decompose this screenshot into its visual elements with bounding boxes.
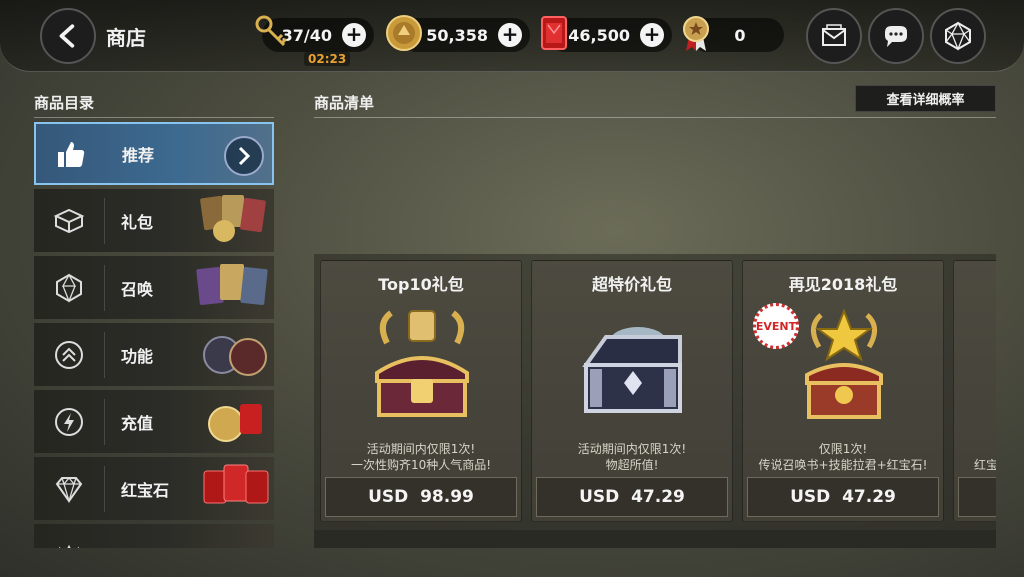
back-button[interactable] bbox=[40, 8, 96, 64]
product-card-partial[interactable]: . 红宝 bbox=[953, 260, 996, 522]
summon-thumbnail bbox=[196, 264, 268, 305]
buy-price-button[interactable]: USD 47.29 bbox=[747, 477, 939, 517]
gold-coin-icon bbox=[386, 15, 422, 51]
box-icon bbox=[53, 208, 85, 233]
dice-button[interactable] bbox=[930, 8, 986, 64]
bundle-thumbnail bbox=[200, 195, 266, 242]
chevron-left-icon bbox=[59, 24, 75, 48]
chevrons-up-icon bbox=[55, 340, 83, 369]
medal-icon bbox=[683, 16, 709, 51]
carousel-scrollbar[interactable] bbox=[314, 530, 996, 548]
catalog-item-recommended[interactable]: 推荐 bbox=[34, 122, 274, 185]
add-keys-button[interactable]: + bbox=[342, 23, 366, 47]
item-separator bbox=[104, 264, 105, 311]
thumbs-up-icon bbox=[58, 141, 85, 167]
catalog-item-bundles[interactable]: 礼包 bbox=[34, 189, 274, 252]
diamond-icon bbox=[55, 476, 83, 503]
medal-value: 0 bbox=[734, 25, 746, 45]
crown-icon bbox=[59, 544, 79, 548]
product-desc-line-2: 物超所值! bbox=[605, 458, 659, 472]
star-chest-icon bbox=[805, 308, 883, 419]
buy-price-button[interactable]: USD 47.29 bbox=[536, 477, 728, 517]
products-title: 商品清单 bbox=[314, 94, 375, 112]
products-divider bbox=[314, 117, 996, 118]
product-desc: 活动期间内仅限1次! 物超所值! bbox=[532, 441, 732, 473]
product-desc-line-2: 传说召唤书+技能拉君+红宝石! bbox=[758, 458, 928, 472]
item-separator bbox=[104, 465, 105, 512]
catalog-item-ruby[interactable]: 红宝石 bbox=[34, 457, 274, 520]
catalog-item-label: 红宝石 bbox=[121, 480, 170, 500]
product-desc-line-1: 活动期间内仅限1次! bbox=[366, 442, 476, 456]
catalog-item-topup[interactable]: 充值 bbox=[34, 390, 274, 453]
page-title: 商店 bbox=[106, 26, 146, 50]
product-carousel[interactable]: Top10礼包 活动期间内仅限1次! 一次性购齐10种人气商品! USD 98.… bbox=[314, 254, 996, 548]
product-card-bye2018[interactable]: 再见2018礼包 EVENT 仅限1次! 传说召唤书+技能拉君+红宝石! USD… bbox=[742, 260, 944, 522]
product-desc-line-2: 红宝 bbox=[974, 458, 996, 472]
product-desc: . 红宝 bbox=[954, 441, 996, 473]
chat-bubble-icon bbox=[885, 26, 907, 47]
gold-value: 50,358 bbox=[426, 25, 488, 45]
silver-chest-icon bbox=[582, 327, 682, 413]
item-separator bbox=[104, 331, 105, 378]
d20-icon bbox=[56, 273, 82, 303]
catalog-title: 商品目录 bbox=[34, 94, 95, 112]
ruby-icon bbox=[541, 16, 567, 50]
catalog-icon-cell bbox=[34, 323, 104, 386]
gold-chest-icon bbox=[375, 310, 469, 417]
item-separator bbox=[104, 197, 105, 244]
product-card-top10[interactable]: Top10礼包 活动期间内仅限1次! 一次性购齐10种人气商品! USD 98.… bbox=[320, 260, 522, 522]
catalog-item-label: 充值 bbox=[121, 413, 154, 433]
d20-icon bbox=[945, 21, 971, 51]
selected-arrow bbox=[224, 136, 264, 176]
topup-thumbnail bbox=[208, 404, 262, 442]
buy-price-button[interactable] bbox=[958, 477, 996, 517]
function-thumbnail bbox=[203, 336, 267, 376]
item-separator bbox=[104, 398, 105, 445]
catalog-list[interactable]: 推荐 礼包 召唤 功能 充值 红宝石 bbox=[34, 122, 274, 548]
product-name: 再见2018礼包 bbox=[788, 275, 898, 294]
product-desc: 仅限1次! 传说召唤书+技能拉君+红宝石! bbox=[743, 441, 943, 473]
add-gold-button[interactable]: + bbox=[498, 23, 522, 47]
catalog-icon-cell bbox=[34, 390, 104, 453]
mail-button[interactable] bbox=[806, 8, 862, 64]
catalog-item-more[interactable] bbox=[34, 524, 274, 548]
catalog-icon-cell bbox=[34, 524, 104, 548]
catalog-item-function[interactable]: 功能 bbox=[34, 323, 274, 386]
catalog-item-label: 召唤 bbox=[121, 279, 154, 299]
top-bar: 商店 37/40 + 02:23 50,358 + 46,500 + 0 bbox=[0, 0, 1024, 72]
catalog-item-label: 礼包 bbox=[121, 212, 154, 232]
ruby-value: 46,500 bbox=[568, 25, 630, 45]
product-desc-line-1: 活动期间内仅限1次! bbox=[577, 442, 687, 456]
product-desc-line-1: 仅限1次! bbox=[818, 442, 868, 456]
catalog-icon-cell bbox=[34, 189, 104, 252]
chevron-right-icon bbox=[238, 146, 251, 166]
view-probability-button[interactable]: 查看详细概率 bbox=[855, 85, 996, 112]
mail-icon bbox=[822, 24, 846, 46]
catalog-icon-cell bbox=[34, 457, 104, 520]
buy-price-button[interactable]: USD 98.99 bbox=[325, 477, 517, 517]
chat-button[interactable] bbox=[868, 8, 924, 64]
ruby-thumbnail bbox=[203, 464, 269, 504]
catalog-item-label: 功能 bbox=[121, 346, 154, 366]
product-name: Top10礼包 bbox=[378, 275, 464, 294]
product-desc: 活动期间内仅限1次! 一次性购齐10种人气商品! bbox=[321, 441, 521, 473]
catalog-icon-cell bbox=[36, 124, 106, 183]
catalog-divider bbox=[34, 117, 274, 118]
product-name: 超特价礼包 bbox=[591, 275, 672, 294]
product-desc-line-2: 一次性购齐10种人气商品! bbox=[350, 458, 492, 472]
product-card-special[interactable]: 超特价礼包 活动期间内仅限1次! 物超所值! USD 47.29 bbox=[531, 260, 733, 522]
catalog-item-label: 推荐 bbox=[122, 145, 155, 165]
keys-timer: 02:23 bbox=[304, 52, 351, 66]
add-ruby-button[interactable]: + bbox=[640, 23, 664, 47]
key-icon bbox=[255, 15, 288, 47]
catalog-item-summon[interactable]: 召唤 bbox=[34, 256, 274, 319]
catalog-icon-cell bbox=[34, 256, 104, 319]
lightning-icon bbox=[55, 407, 83, 436]
